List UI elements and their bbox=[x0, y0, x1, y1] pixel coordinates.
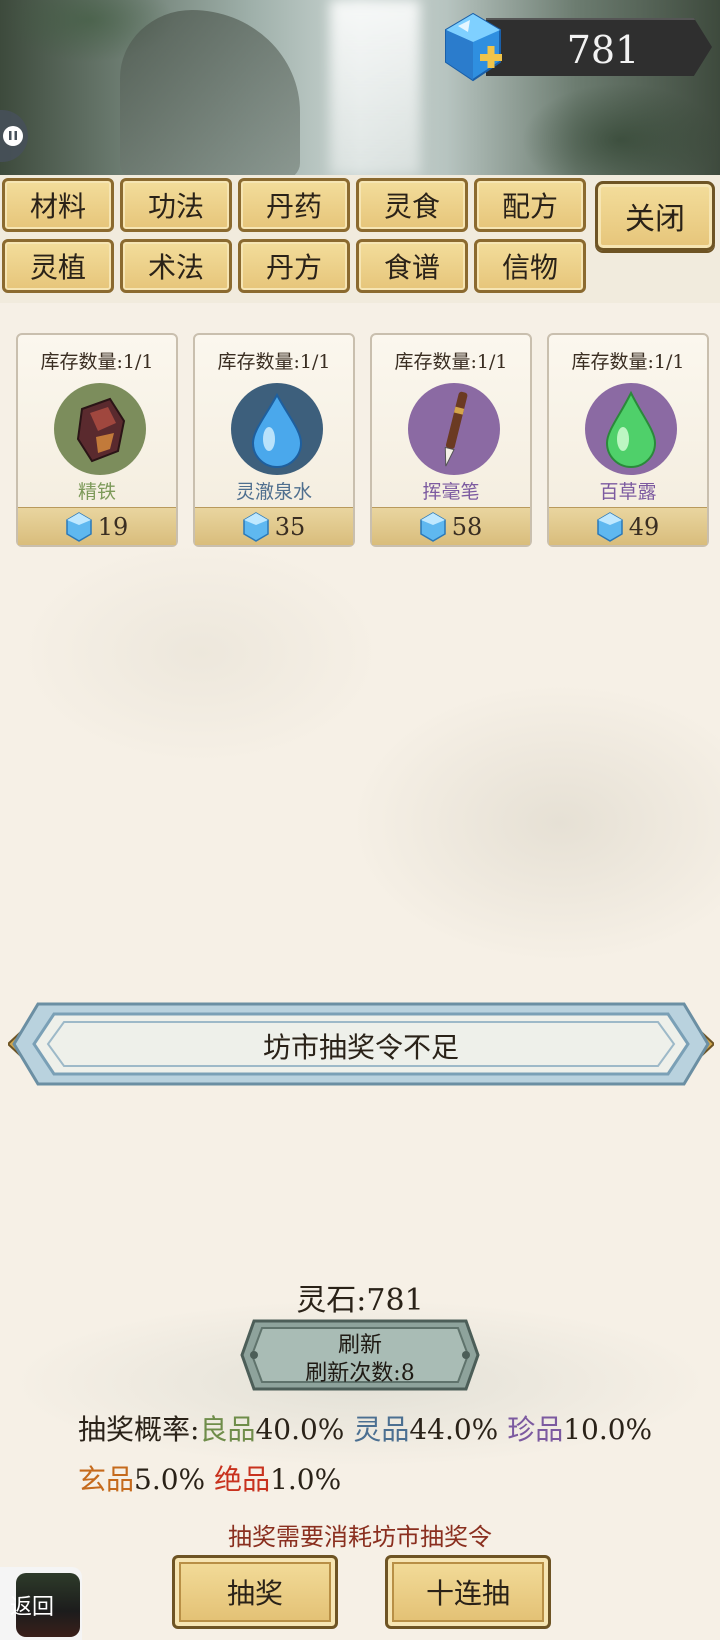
category-tabs: 材料 功法 丹药 灵食 配方 灵植 术法 丹方 食谱 信物 关闭 bbox=[0, 175, 720, 303]
quality-rare-value: 10.0% bbox=[563, 1413, 653, 1446]
item-price: 58 bbox=[451, 512, 483, 541]
refresh-count: 刷新次数:8 bbox=[305, 1361, 415, 1386]
item-name: 灵澈泉水 bbox=[235, 481, 312, 503]
spirit-stone-small-icon bbox=[419, 511, 446, 542]
item-price: 49 bbox=[628, 512, 660, 541]
spirit-stone-balance: 灵石:781 bbox=[296, 1283, 424, 1318]
probability-line-2: 玄品5.0% 绝品1.0% bbox=[78, 1455, 698, 1505]
item-price: 35 bbox=[274, 512, 306, 541]
price-bar: 49 bbox=[549, 507, 707, 545]
tab-spirit-plants[interactable]: 灵植 bbox=[2, 239, 114, 293]
tab-spells[interactable]: 术法 bbox=[120, 239, 232, 293]
spirit-stone-counter[interactable]: 781 bbox=[438, 10, 716, 88]
stock-count: 库存数量:1/1 bbox=[571, 351, 685, 373]
price-bar: 58 bbox=[372, 507, 530, 545]
refresh-button[interactable]: 刷新 刷新次数:8 bbox=[240, 1317, 480, 1393]
brush-pen-icon bbox=[408, 383, 500, 475]
shop-item-card[interactable]: 库存数量:1/1 精铁 19 bbox=[16, 333, 178, 547]
back-button[interactable]: 返回 bbox=[0, 1567, 82, 1640]
back-label: 返回 bbox=[10, 1595, 55, 1620]
quality-supreme-value: 1.0% bbox=[270, 1463, 342, 1496]
iron-ore-icon bbox=[54, 383, 146, 475]
price-bar: 19 bbox=[18, 507, 176, 545]
item-name: 精铁 bbox=[77, 481, 116, 503]
chat-bubble-icon-glyph bbox=[3, 126, 23, 146]
close-button[interactable]: 关闭 bbox=[595, 181, 715, 251]
tab-tokens[interactable]: 信物 bbox=[474, 239, 586, 293]
spirit-stone-small-icon bbox=[242, 511, 269, 542]
stock-count: 库存数量:1/1 bbox=[217, 351, 331, 373]
shop-item-card[interactable]: 库存数量:1/1 百草露 49 bbox=[547, 333, 709, 547]
shop-item-card[interactable]: 库存数量:1/1 挥毫笔 58 bbox=[370, 333, 532, 547]
waterfall-decoration bbox=[330, 0, 420, 175]
quality-mystic-value: 5.0% bbox=[134, 1463, 206, 1496]
stock-count: 库存数量:1/1 bbox=[40, 351, 154, 373]
item-name: 百草露 bbox=[599, 481, 657, 503]
quality-good-name: 良品 bbox=[199, 1413, 256, 1446]
draw-cost-hint: 抽奖需要消耗坊市抽奖令 bbox=[228, 1523, 492, 1551]
price-bar: 35 bbox=[195, 507, 353, 545]
probability-label: 抽奖概率: bbox=[78, 1413, 200, 1446]
spirit-stone-gem-icon bbox=[445, 12, 502, 82]
draw-button[interactable]: 抽奖 bbox=[172, 1555, 338, 1629]
tab-spirit-food[interactable]: 灵食 bbox=[356, 178, 468, 232]
spirit-stone-small-icon bbox=[596, 511, 623, 542]
notice-banner: 坊市抽奖令不足 bbox=[8, 1000, 714, 1088]
spirit-stone-small-icon bbox=[65, 511, 92, 542]
tab-elixirs[interactable]: 丹药 bbox=[238, 178, 350, 232]
item-price: 19 bbox=[97, 512, 129, 541]
quality-spirit-value: 44.0% bbox=[409, 1413, 499, 1446]
tab-cultivation-methods[interactable]: 功法 bbox=[120, 178, 232, 232]
quality-mystic-name: 玄品 bbox=[78, 1463, 135, 1496]
quality-spirit-name: 灵品 bbox=[353, 1413, 410, 1446]
quality-rare-name: 珍品 bbox=[507, 1413, 564, 1446]
shop-item-card[interactable]: 库存数量:1/1 灵澈泉水 35 bbox=[193, 333, 355, 547]
draw-ten-button[interactable]: 十连抽 bbox=[385, 1555, 551, 1629]
notice-text: 坊市抽奖令不足 bbox=[262, 1031, 459, 1064]
stock-count: 库存数量:1/1 bbox=[394, 351, 508, 373]
green-drop-icon bbox=[585, 383, 677, 475]
tab-formulas[interactable]: 配方 bbox=[474, 178, 586, 232]
tab-materials[interactable]: 材料 bbox=[2, 178, 114, 232]
item-name: 挥毫笔 bbox=[422, 481, 480, 503]
draw-probabilities: 抽奖概率:良品40.0% 灵品44.0% 珍品10.0% 玄品5.0% 绝品1.… bbox=[78, 1405, 698, 1505]
currency-value: 781 bbox=[566, 28, 640, 72]
cliff-decoration bbox=[120, 10, 300, 175]
water-drop-icon bbox=[231, 383, 323, 475]
probability-line-1: 抽奖概率:良品40.0% 灵品44.0% 珍品10.0% bbox=[78, 1405, 698, 1455]
tab-cookbooks[interactable]: 食谱 bbox=[356, 239, 468, 293]
quality-good-value: 40.0% bbox=[255, 1413, 345, 1446]
quality-supreme-name: 绝品 bbox=[214, 1463, 271, 1496]
tab-elixir-recipes[interactable]: 丹方 bbox=[238, 239, 350, 293]
